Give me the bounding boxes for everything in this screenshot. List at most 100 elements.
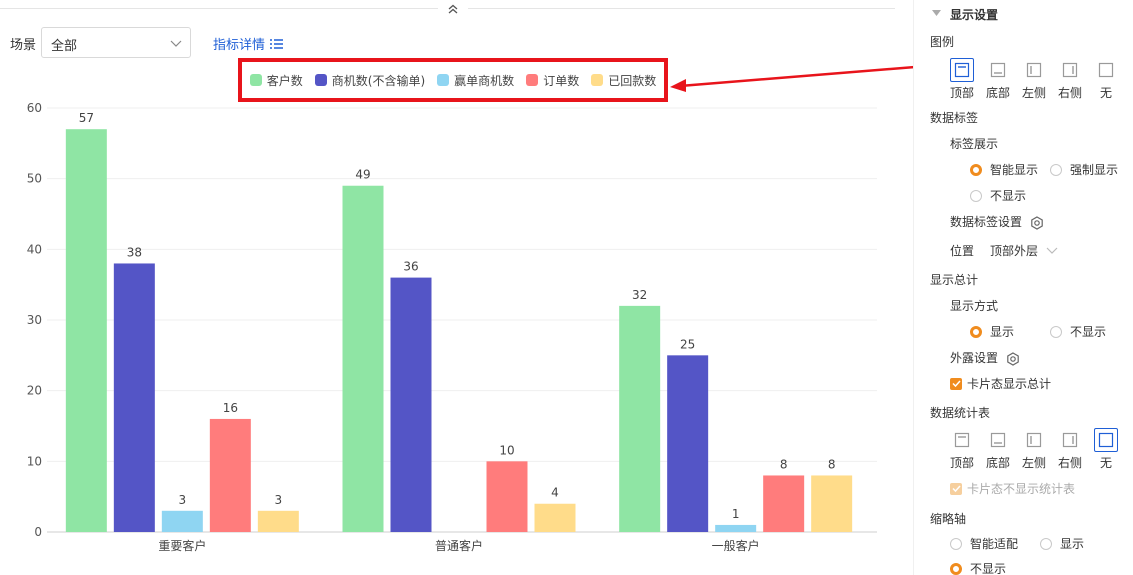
bar[interactable] bbox=[715, 524, 757, 532]
radio-hide-total[interactable]: 不显示 bbox=[1050, 323, 1106, 340]
stats-table-position-option-3[interactable] bbox=[1058, 428, 1082, 452]
legend-label: 已回款数 bbox=[608, 73, 657, 88]
legend-swatch bbox=[526, 74, 539, 86]
y-tick-label: 60 bbox=[27, 101, 42, 115]
data-label: 8 bbox=[780, 457, 788, 471]
radio-dot bbox=[970, 189, 982, 202]
card-total-checkbox[interactable]: 卡片态显示总计 bbox=[950, 375, 1051, 392]
data-label: 49 bbox=[355, 168, 370, 182]
data-label: 1 bbox=[732, 507, 740, 521]
checkbox-box bbox=[950, 482, 962, 495]
bar[interactable] bbox=[342, 185, 384, 532]
legend-position-option-label: 底部 bbox=[985, 86, 1010, 100]
scene-select-value: 全部 bbox=[51, 39, 78, 54]
stats-table-position-option-2[interactable] bbox=[1022, 428, 1046, 452]
legend-position-option-4[interactable] bbox=[1094, 58, 1118, 82]
bar[interactable] bbox=[209, 418, 251, 532]
radio-show-total[interactable]: 显示 bbox=[970, 323, 1014, 340]
collapse-button[interactable] bbox=[438, 0, 468, 18]
bar[interactable] bbox=[161, 510, 203, 532]
legend-label: 客户数 bbox=[266, 73, 303, 88]
legend-item[interactable]: 已回款数 bbox=[591, 72, 656, 89]
position-title: 位置 bbox=[950, 244, 975, 258]
bar[interactable] bbox=[65, 129, 107, 532]
legend-label: 赢单商机数 bbox=[454, 73, 515, 88]
caret-down-icon[interactable] bbox=[932, 10, 941, 16]
stats-table-position-option-0[interactable] bbox=[950, 428, 974, 452]
legend-position-option-label: 顶部 bbox=[949, 86, 974, 100]
radio-hide-labels[interactable]: 不显示 bbox=[970, 187, 1026, 204]
stats-table-position-option-1[interactable] bbox=[986, 428, 1010, 452]
y-tick-label: 40 bbox=[27, 242, 42, 256]
radio-zoom-hide[interactable]: 不显示 bbox=[950, 560, 1006, 575]
bar[interactable] bbox=[257, 510, 299, 532]
legend-position-option-label: 无 bbox=[1099, 86, 1112, 100]
data-labels-section-title: 数据标签 bbox=[930, 111, 979, 125]
legend-swatch bbox=[591, 74, 604, 86]
bar[interactable] bbox=[619, 305, 661, 532]
radio-label: 显示 bbox=[990, 325, 1015, 339]
position-select[interactable]: 顶部外层 bbox=[990, 242, 1058, 259]
x-tick-label: 重要客户 bbox=[158, 538, 206, 553]
report-view: 场景 全部 指标详情 客户数 商机数(不含输单) 赢单商机数 订单数 已回款数 0 10 2… bbox=[0, 0, 1133, 575]
card-hide-stats-label: 卡片态不显示统计表 bbox=[967, 482, 1076, 496]
y-tick-label: 50 bbox=[27, 172, 42, 186]
radio-label: 强制显示 bbox=[1070, 163, 1119, 177]
legend-right-icon bbox=[1062, 62, 1078, 78]
radio-force-display[interactable]: 强制显示 bbox=[1050, 161, 1118, 178]
legend-position-option-2[interactable] bbox=[1022, 58, 1046, 82]
radio-zoom-smart[interactable]: 智能适配 bbox=[950, 535, 1018, 552]
checkbox-box bbox=[950, 377, 962, 390]
stats-table-position-option-label: 底部 bbox=[985, 456, 1010, 470]
bar[interactable] bbox=[811, 475, 853, 532]
x-tick-label: 一般客户 bbox=[712, 538, 760, 553]
scene-select[interactable]: 全部 bbox=[41, 27, 191, 58]
data-label: 4 bbox=[551, 486, 559, 500]
radio-zoom-show[interactable]: 显示 bbox=[1040, 535, 1084, 552]
position-value: 顶部外层 bbox=[990, 244, 1039, 258]
legend-item[interactable]: 订单数 bbox=[526, 72, 579, 89]
legend-position-option-label: 右侧 bbox=[1057, 86, 1082, 100]
bar[interactable] bbox=[534, 503, 576, 532]
chart-area: 场景 全部 指标详情 客户数 商机数(不含输单) 赢单商机数 订单数 已回款数 0 10 2… bbox=[0, 0, 953, 575]
label-display-title: 标签展示 bbox=[950, 137, 999, 151]
bar[interactable] bbox=[113, 263, 155, 532]
scene-label: 场景 bbox=[10, 38, 37, 53]
legend-item[interactable]: 客户数 bbox=[249, 72, 303, 89]
radio-label: 智能显示 bbox=[990, 163, 1039, 177]
metric-details-label: 指标详情 bbox=[213, 38, 266, 53]
radio-label: 显示 bbox=[1060, 537, 1085, 551]
y-tick-label: 0 bbox=[34, 525, 42, 539]
x-tick-label: 普通客户 bbox=[435, 538, 483, 553]
radio-dot bbox=[950, 537, 962, 550]
gear-icon[interactable] bbox=[1006, 351, 1020, 366]
stats-table-position-option-4[interactable] bbox=[1094, 428, 1118, 452]
panel-title: 显示设置 bbox=[950, 8, 999, 22]
radio-dot bbox=[970, 163, 982, 176]
legend-right-icon bbox=[1062, 432, 1078, 448]
radio-dot bbox=[1050, 325, 1062, 338]
bar[interactable] bbox=[390, 277, 432, 532]
legend-swatch bbox=[249, 74, 262, 86]
data-label-settings-title: 数据标签设置 bbox=[950, 215, 1023, 229]
radio-dot bbox=[1050, 163, 1062, 176]
stats-table-section-title: 数据统计表 bbox=[930, 406, 991, 420]
legend-position-option-3[interactable] bbox=[1058, 58, 1082, 82]
check-icon bbox=[951, 485, 961, 493]
legend-item[interactable]: 商机数(不含输单) bbox=[314, 72, 425, 89]
gear-icon[interactable] bbox=[1030, 215, 1044, 230]
double-chevron-up-icon bbox=[448, 4, 458, 14]
legend-none-icon bbox=[1098, 432, 1114, 448]
card-hide-stats-checkbox[interactable]: 卡片态不显示统计表 bbox=[950, 480, 1075, 497]
metric-details-link[interactable]: 指标详情 bbox=[213, 34, 284, 53]
legend-position-option-0[interactable] bbox=[950, 58, 974, 82]
legend-none-icon bbox=[1098, 62, 1114, 78]
bar[interactable] bbox=[763, 475, 805, 532]
legend-item[interactable]: 赢单商机数 bbox=[437, 72, 514, 89]
radio-smart-display[interactable]: 智能显示 bbox=[970, 161, 1038, 178]
bar[interactable] bbox=[486, 461, 528, 532]
bar-chart: 0 10 20 30 40 50 60 57 38 3 16 3 重要客户 49 36 10 4 普通客户 32 25… bbox=[27, 101, 877, 553]
data-label: 32 bbox=[632, 288, 647, 302]
bar[interactable] bbox=[667, 355, 709, 532]
legend-position-option-1[interactable] bbox=[986, 58, 1010, 82]
